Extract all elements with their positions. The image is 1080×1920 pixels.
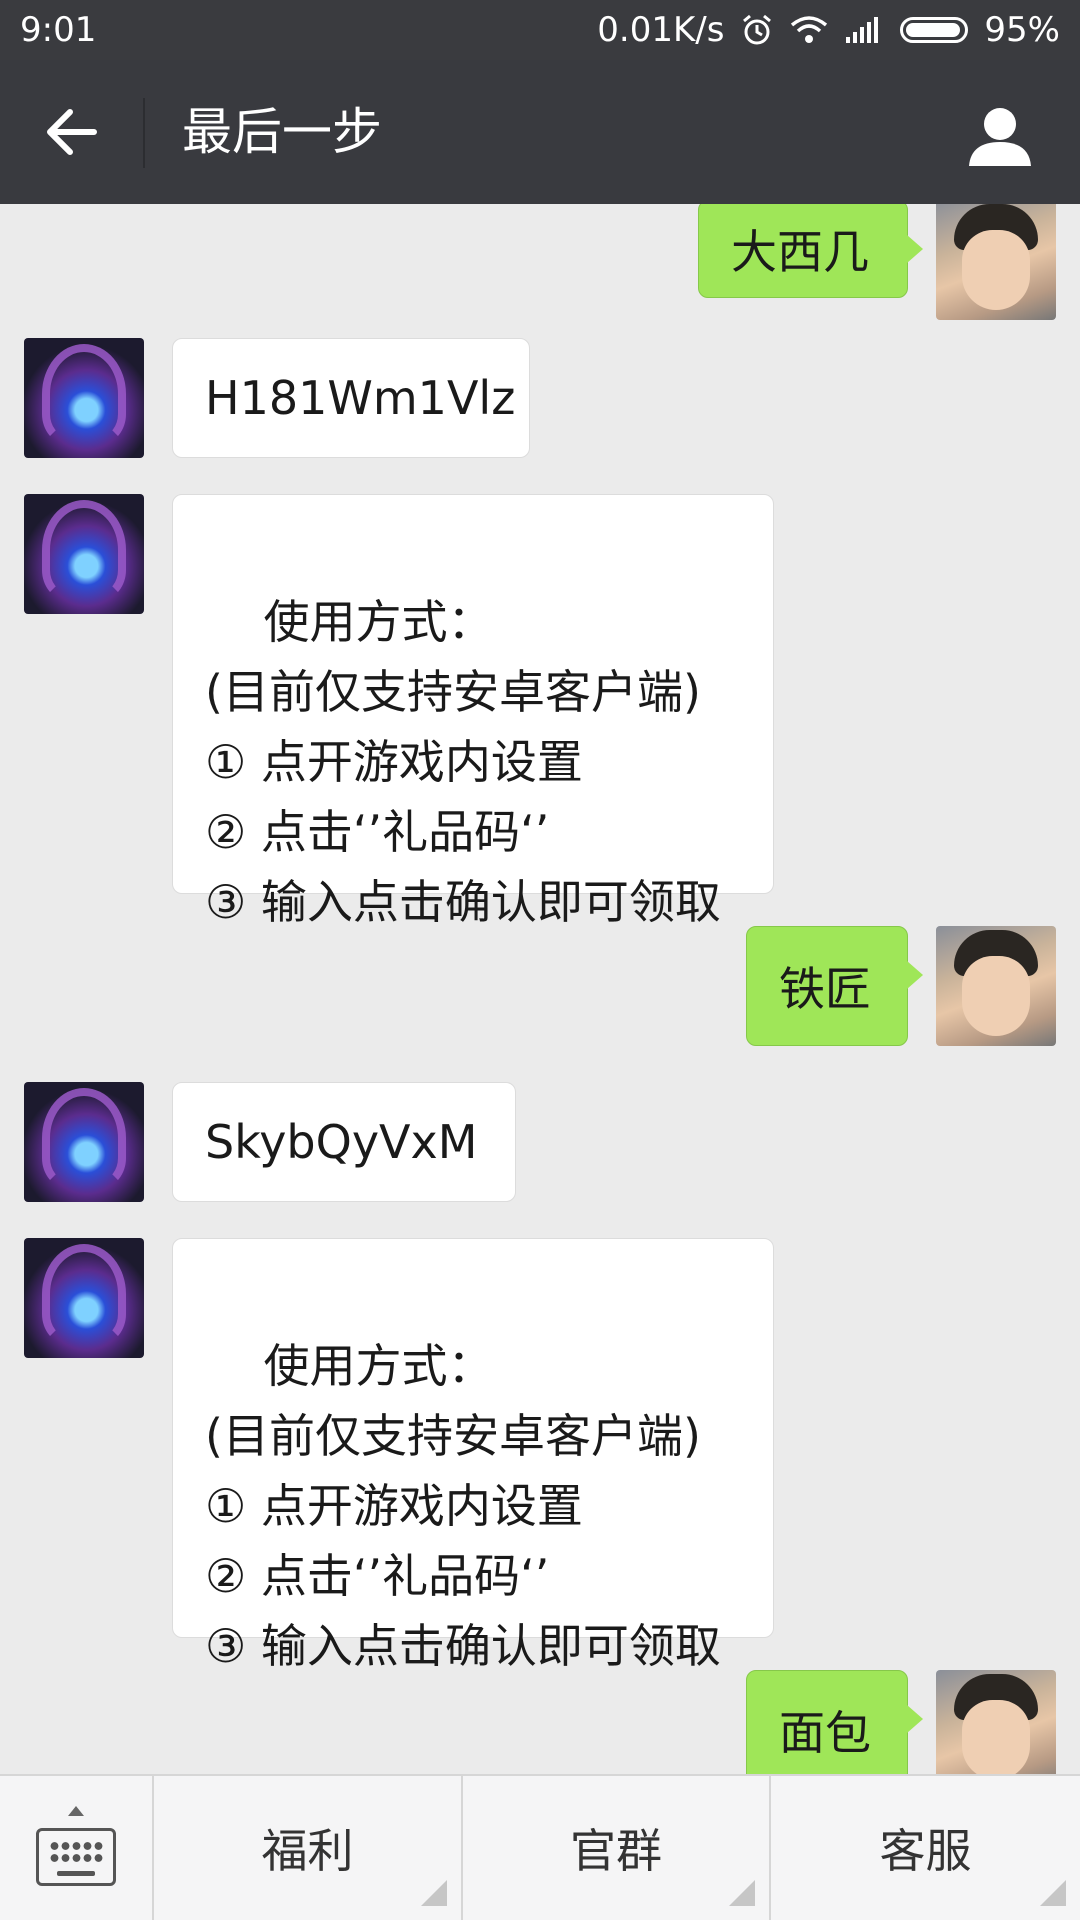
message-text: 面包 (779, 1706, 871, 1760)
submenu-indicator-icon (1040, 1880, 1066, 1906)
user-avatar[interactable] (936, 926, 1056, 1046)
user-avatar[interactable] (936, 204, 1056, 320)
page-title: 最后一步 (182, 103, 382, 161)
bot-avatar[interactable] (24, 1238, 144, 1358)
battery-icon (900, 17, 969, 43)
menu-item-label: 官群 (570, 1824, 662, 1878)
bot-avatar[interactable] (24, 338, 144, 458)
keyboard-icon (36, 1828, 116, 1886)
menu-item-label: 客服 (879, 1824, 972, 1878)
chevron-up-icon (68, 1806, 84, 1816)
status-indicators: 0.01K/s 95% (597, 10, 1060, 50)
message-bubble-out[interactable]: 大西几 (698, 204, 923, 298)
message-bubble-in[interactable]: 使用方式： (目前仅支持安卓客户端) ① 点开游戏内设置 ② 点击‘’礼品码‘’… (172, 1238, 774, 1673)
menu-item-welfare[interactable]: 福利 (154, 1776, 463, 1920)
message-text: 使用方式： (目前仅支持安卓客户端) ① 点开游戏内设置 ② 点击‘’礼品码‘’… (205, 595, 721, 929)
menu-item-label: 福利 (261, 1824, 354, 1878)
alarm-icon (743, 14, 772, 45)
submenu-indicator-icon (421, 1880, 447, 1906)
battery-level (906, 23, 960, 37)
status-time: 9:01 (20, 10, 97, 50)
profile-icon (969, 108, 1031, 166)
menu-item-official-group[interactable]: 官群 (463, 1776, 771, 1920)
submenu-indicator-icon (729, 1880, 755, 1906)
message-bubble-out[interactable]: 铁匠 (746, 926, 923, 1046)
message-bubble-in[interactable]: SkybQyVxM (172, 1082, 516, 1202)
menu-item-customer-service[interactable]: 客服 (771, 1776, 1080, 1920)
message-bubble-out[interactable]: 面包 (746, 1670, 923, 1774)
keyboard-toggle-button[interactable] (0, 1776, 154, 1920)
bot-avatar[interactable] (24, 1082, 144, 1202)
message-text: 使用方式： (目前仅支持安卓客户端) ① 点开游戏内设置 ② 点击‘’礼品码‘’… (205, 1339, 721, 1673)
bottom-menu-bar: 福利 官群 客服 (0, 1774, 1080, 1920)
chat-area[interactable]: 大西几 H181Wm1Vlz 使用方式： (目前仅支持安卓客户端) ① 点开游戏… (0, 204, 1080, 1774)
profile-button[interactable] (960, 96, 1040, 176)
back-button[interactable] (28, 92, 116, 172)
signal-icon (846, 17, 879, 43)
status-bar: 9:01 0.01K/s 95% (0, 0, 1080, 60)
battery-percent: 95% (984, 10, 1060, 50)
message-bubble-in[interactable]: H181Wm1Vlz (172, 338, 530, 458)
title-divider (143, 98, 145, 168)
network-speed: 0.01K/s (597, 10, 725, 50)
back-arrow-icon (47, 109, 97, 155)
message-text: SkybQyVxM (205, 1115, 478, 1169)
bot-avatar[interactable] (24, 494, 144, 614)
user-avatar[interactable] (936, 1670, 1056, 1774)
wifi-icon (791, 16, 828, 43)
message-bubble-in[interactable]: 使用方式： (目前仅支持安卓客户端) ① 点开游戏内设置 ② 点击‘’礼品码‘’… (172, 494, 774, 929)
message-text: 铁匠 (779, 962, 871, 1016)
message-text: H181Wm1Vlz (205, 371, 516, 425)
title-bar: 最后一步 (0, 60, 1080, 204)
message-text: 大西几 (731, 225, 869, 279)
